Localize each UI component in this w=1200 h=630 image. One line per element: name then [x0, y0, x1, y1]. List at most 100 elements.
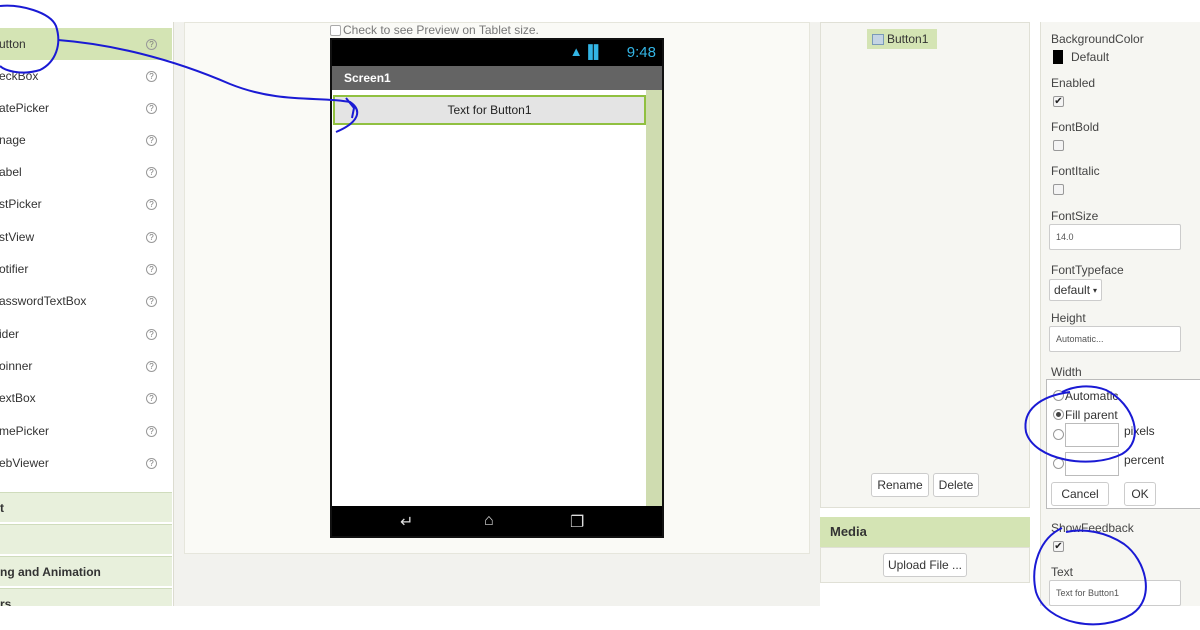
delete-button[interactable]: Delete	[933, 473, 979, 497]
fonttypeface-label: FontTypeface	[1051, 263, 1124, 277]
width-percent-input[interactable]	[1065, 452, 1119, 476]
width-pixels-radio[interactable]	[1053, 429, 1064, 440]
width-percent-radio[interactable]	[1053, 458, 1064, 469]
button-component-icon	[872, 33, 884, 45]
screen-title[interactable]: Screen1	[332, 66, 662, 90]
width-ok-button[interactable]: OK	[1124, 482, 1156, 506]
palette-item-datepicker[interactable]: atePicker ?	[0, 92, 172, 124]
palette-item-label[interactable]: abel ?	[0, 156, 172, 188]
enabled-checkbox[interactable]: ✔	[1053, 96, 1064, 107]
palette-item-label: abel	[0, 165, 22, 179]
palette-item-label: utton	[0, 37, 26, 51]
palette-item-label: ebViewer	[0, 456, 49, 470]
width-fill-parent-radio[interactable]	[1053, 409, 1064, 420]
fontsize-input[interactable]: 14.0	[1049, 224, 1181, 250]
show-feedback-label: ShowFeedback	[1051, 521, 1134, 535]
palette-item-label: mePicker	[0, 424, 50, 438]
help-icon[interactable]: ?	[146, 360, 157, 372]
fontbold-checkbox[interactable]	[1053, 140, 1064, 151]
media-header: Media	[820, 517, 1030, 547]
help-icon[interactable]: ?	[146, 263, 157, 275]
width-automatic-label: Automatic	[1065, 389, 1119, 403]
palette-item-label: atePicker	[0, 101, 50, 115]
palette-item-label: eckBox	[0, 69, 39, 83]
enabled-label: Enabled	[1051, 76, 1096, 90]
component-tree-item-button1[interactable]: Button1	[867, 29, 937, 49]
text-input[interactable]: Text for Button1	[1049, 580, 1181, 606]
palette-category-label: t	[0, 500, 4, 515]
home-icon: ⌂	[484, 512, 494, 529]
palette-category-layout[interactable]: t	[0, 492, 172, 522]
width-pixels-input[interactable]	[1065, 423, 1119, 447]
screen-scrollbar[interactable]	[646, 90, 662, 506]
help-icon[interactable]: ?	[146, 198, 157, 210]
palette-item-timepicker[interactable]: mePicker ?	[0, 415, 172, 447]
palette-item-checkbox[interactable]: eckBox ?	[0, 60, 172, 92]
palette-item-webviewer[interactable]: ebViewer ?	[0, 447, 172, 479]
palette-item-label: stPicker	[0, 197, 42, 211]
fontitalic-label: FontItalic	[1051, 164, 1100, 178]
help-icon[interactable]: ?	[146, 102, 157, 114]
fontsize-label: FontSize	[1051, 209, 1099, 223]
palette-category-sensors[interactable]: rs	[0, 588, 172, 606]
help-icon[interactable]: ?	[146, 457, 157, 469]
palette-item-notifier[interactable]: otifier ?	[0, 253, 172, 285]
palette-item-spinner[interactable]: oinner ?	[0, 350, 172, 382]
phone-mockup: ▲▐▌ 9:48 Screen1 Text for Button1 ↵ ⌂ ❐	[330, 38, 664, 538]
help-icon[interactable]: ?	[146, 166, 157, 178]
help-icon[interactable]: ?	[146, 328, 157, 340]
palette-item-label: otifier	[0, 262, 29, 276]
help-icon[interactable]: ?	[146, 70, 157, 82]
help-icon[interactable]: ?	[146, 295, 157, 307]
palette-category-media[interactable]	[0, 524, 172, 554]
width-fill-parent-label: Fill parent	[1065, 408, 1118, 422]
background-color-label: BackgroundColor	[1051, 32, 1144, 46]
help-icon[interactable]: ?	[146, 134, 157, 146]
fonttypeface-dropdown[interactable]: default ▾	[1049, 279, 1103, 301]
width-automatic-radio[interactable]	[1053, 390, 1064, 401]
width-percent-label: percent	[1124, 453, 1165, 467]
fonttypeface-value: default	[1054, 283, 1091, 297]
width-cancel-button[interactable]: Cancel	[1051, 482, 1109, 506]
status-bar: ▲▐▌ 9:48	[332, 40, 662, 66]
properties-panel: BackgroundColor Default Enabled ✔ FontBo…	[1040, 22, 1200, 606]
palette-category-label: ng and Animation	[0, 564, 101, 579]
back-icon: ↵	[400, 514, 414, 531]
palette-item-slider[interactable]: ider ?	[0, 318, 172, 350]
tablet-preview-checkbox[interactable]	[330, 24, 341, 36]
palette-item-button[interactable]: utton ?	[0, 28, 172, 60]
palette-item-textbox[interactable]: extBox ?	[0, 382, 172, 414]
app-inventor-designer: utton ? eckBox ? atePicker ? nage ? abel…	[0, 0, 1200, 630]
chevron-down-icon: ▾	[1093, 285, 1098, 295]
button1-component[interactable]: Text for Button1	[333, 95, 646, 125]
help-icon[interactable]: ?	[146, 231, 157, 243]
palette-item-image[interactable]: nage ?	[0, 124, 172, 156]
height-input[interactable]: Automatic...	[1049, 326, 1181, 352]
help-icon[interactable]: ?	[146, 425, 157, 437]
palette-category-drawing-animation[interactable]: ng and Animation	[0, 556, 172, 586]
upload-file-button[interactable]: Upload File ...	[883, 553, 967, 577]
palette-item-passwordtextbox[interactable]: asswordTextBox ?	[0, 285, 172, 317]
palette-item-label: nage	[0, 133, 26, 147]
tablet-preview-toggle[interactable]: Check to see Preview on Tablet size.	[330, 23, 539, 37]
status-time: 9:48	[626, 44, 656, 61]
fontitalic-checkbox[interactable]	[1053, 184, 1064, 195]
fontbold-label: FontBold	[1051, 120, 1100, 134]
palette-item-label: extBox	[0, 391, 36, 405]
rename-button[interactable]: Rename	[871, 473, 929, 497]
height-label: Height	[1051, 311, 1086, 325]
help-icon[interactable]: ?	[146, 38, 157, 50]
background-color-swatch[interactable]	[1053, 50, 1063, 64]
background-color-value[interactable]: Default	[1071, 50, 1109, 64]
palette-item-label: stView	[0, 230, 35, 244]
android-nav-bar: ↵ ⌂ ❐	[332, 506, 662, 536]
help-icon[interactable]: ?	[146, 392, 157, 404]
media-panel: Upload File ...	[820, 547, 1030, 583]
text-label: Text	[1051, 565, 1074, 579]
tablet-preview-label: Check to see Preview on Tablet size.	[343, 23, 539, 37]
width-pixels-label: pixels	[1124, 424, 1155, 438]
palette-item-listpicker[interactable]: stPicker ?	[0, 188, 172, 220]
palette-item-listview[interactable]: stView ?	[0, 221, 172, 253]
screen-canvas[interactable]: Text for Button1	[332, 90, 662, 506]
show-feedback-checkbox[interactable]: ✔	[1053, 541, 1064, 552]
